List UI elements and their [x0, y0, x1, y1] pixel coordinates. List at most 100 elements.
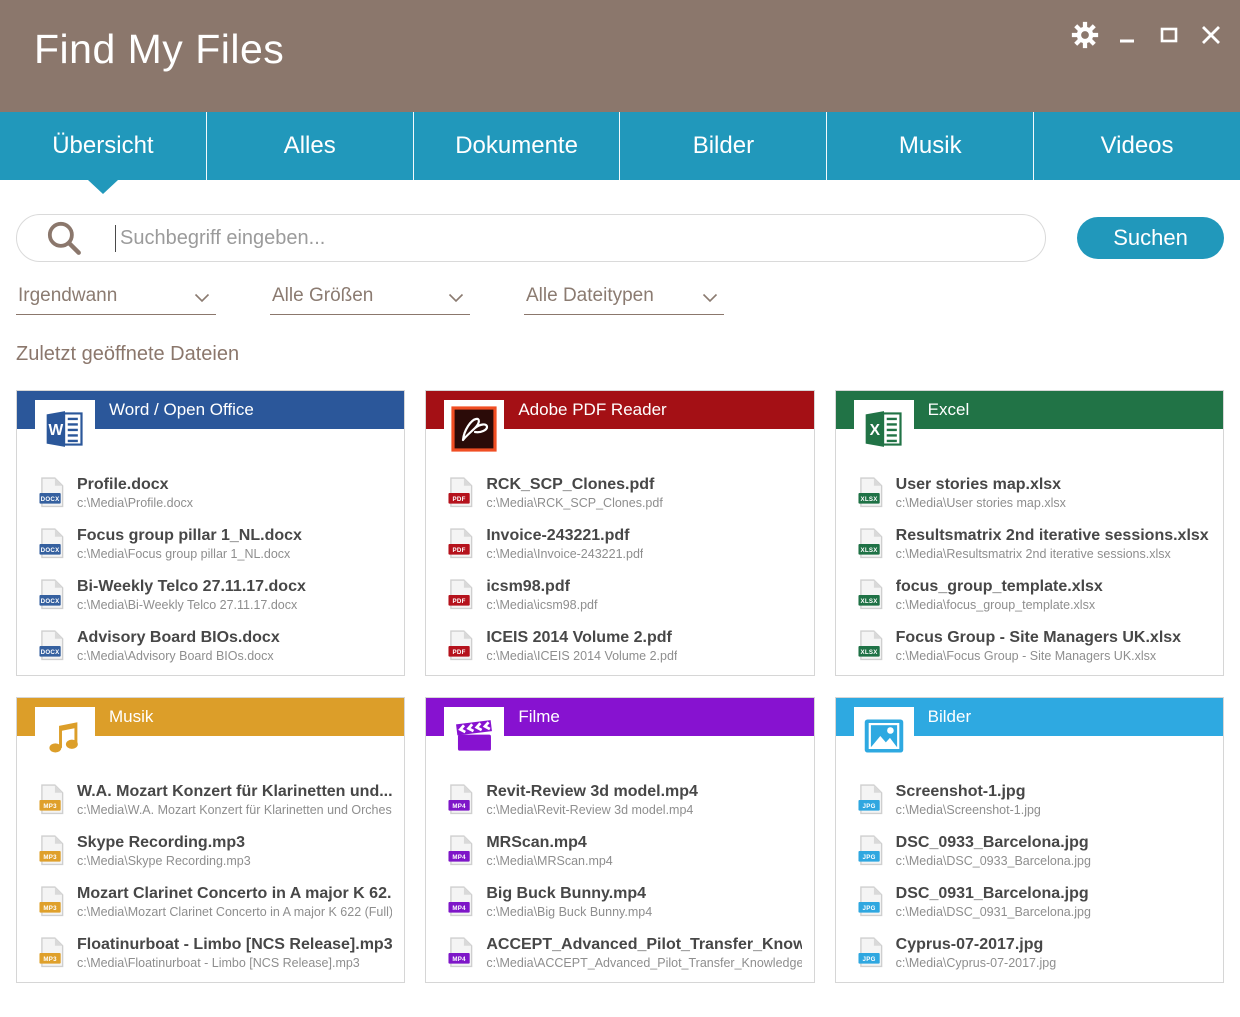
- file-name: Revit-Review 3d model.mp4: [486, 782, 698, 802]
- file-name: Focus Group - Site Managers UK.xlsx: [896, 628, 1181, 648]
- chevron-down-icon: [702, 293, 718, 303]
- file-path: c:\Media\Focus Group - Site Managers UK.…: [896, 648, 1181, 664]
- svg-text:W: W: [48, 422, 63, 439]
- list-item[interactable]: MP4 ACCEPT_Advanced_Pilot_Transfer_Knowl…: [448, 927, 801, 978]
- list-item[interactable]: PDF icsm98.pdfc:\Media\icsm98.pdf: [448, 569, 801, 620]
- file-name: focus_group_template.xlsx: [896, 577, 1103, 597]
- file-path: c:\Media\Resultsmatrix 2nd iterative ses…: [896, 546, 1209, 562]
- svg-text:MP4: MP4: [453, 905, 467, 912]
- search-input[interactable]: [116, 227, 1045, 250]
- file-name: Profile.docx: [77, 475, 193, 495]
- list-item[interactable]: JPG DSC_0931_Barcelona.jpgc:\Media\DSC_0…: [858, 876, 1211, 927]
- list-item[interactable]: XLSX Focus Group - Site Managers UK.xlsx…: [858, 620, 1211, 671]
- film-app-box: [444, 707, 504, 765]
- list-item[interactable]: JPG DSC_0933_Barcelona.jpgc:\Media\DSC_0…: [858, 825, 1211, 876]
- tab-uebersicht[interactable]: Übersicht: [0, 112, 206, 180]
- tab-musik[interactable]: Musik: [826, 112, 1033, 180]
- settings-button[interactable]: [1070, 20, 1100, 50]
- mp3-file-icon: MP3: [39, 936, 66, 969]
- file-path: c:\Media\Advisory Board BIOs.docx: [77, 648, 280, 664]
- file-path: c:\Media\Invoice-243221.pdf: [486, 546, 643, 562]
- file-name: RCK_SCP_Clones.pdf: [486, 475, 662, 495]
- tab-dokumente[interactable]: Dokumente: [413, 112, 620, 180]
- file-path: c:\Media\Mozart Clarinet Concerto in A m…: [77, 904, 392, 920]
- close-icon: [1199, 23, 1223, 47]
- docx-file-icon: DOCX: [39, 527, 66, 560]
- docx-file-icon: DOCX: [39, 476, 66, 509]
- file-list: XLSX User stories map.xlsxc:\Media\User …: [858, 467, 1211, 671]
- file-name: ICEIS 2014 Volume 2.pdf: [486, 628, 677, 648]
- svg-text:DOCX: DOCX: [41, 496, 61, 503]
- maximize-button[interactable]: [1154, 20, 1184, 50]
- list-item[interactable]: JPG Screenshot-1.jpgc:\Media\Screenshot-…: [858, 774, 1211, 825]
- list-item[interactable]: MP4 MRScan.mp4c:\Media\MRScan.mp4: [448, 825, 801, 876]
- minimize-icon: [1116, 24, 1138, 46]
- list-item[interactable]: MP4 Big Buck Bunny.mp4c:\Media\Big Buck …: [448, 876, 801, 927]
- list-item[interactable]: MP3 Skype Recording.mp3c:\Media\Skype Re…: [39, 825, 392, 876]
- list-item[interactable]: XLSX focus_group_template.xlsxc:\Media\f…: [858, 569, 1211, 620]
- docx-file-icon: DOCX: [39, 629, 66, 662]
- list-item[interactable]: XLSX User stories map.xlsxc:\Media\User …: [858, 467, 1211, 518]
- mp4-file-icon: MP4: [448, 834, 475, 867]
- list-item[interactable]: MP4 Revit-Review 3d model.mp4c:\Media\Re…: [448, 774, 801, 825]
- list-item[interactable]: PDF ICEIS 2014 Volume 2.pdfc:\Media\ICEI…: [448, 620, 801, 671]
- filter-size-dropdown[interactable]: Alle Größen: [270, 282, 470, 315]
- file-name: Cyprus-07-2017.jpg: [896, 935, 1057, 955]
- list-item[interactable]: JPG Cyprus-07-2017.jpgc:\Media\Cyprus-07…: [858, 927, 1211, 978]
- tab-bar: Übersicht Alles Dokumente Bilder Musik V…: [0, 112, 1240, 180]
- card-title: Musik: [109, 698, 153, 736]
- list-item[interactable]: MP3 Floatinurboat - Limbo [NCS Release].…: [39, 927, 392, 978]
- file-list: DOCX Profile.docxc:\Media\Profile.docx D…: [39, 467, 392, 671]
- mp4-file-icon: MP4: [448, 936, 475, 969]
- card-title: Adobe PDF Reader: [518, 391, 666, 429]
- filter-value: Alle Größen: [272, 285, 373, 307]
- mp3-file-icon: MP3: [39, 834, 66, 867]
- list-item[interactable]: PDF RCK_SCP_Clones.pdfc:\Media\RCK_SCP_C…: [448, 467, 801, 518]
- gear-icon: [1070, 20, 1100, 50]
- image-app-box: [854, 707, 914, 765]
- docx-file-icon: DOCX: [39, 578, 66, 611]
- tab-alles[interactable]: Alles: [206, 112, 413, 180]
- excel-app-box: X: [854, 400, 914, 458]
- xlsx-file-icon: XLSX: [858, 578, 885, 611]
- list-item[interactable]: MP3 W.A. Mozart Konzert für Klarinetten …: [39, 774, 392, 825]
- file-list: JPG Screenshot-1.jpgc:\Media\Screenshot-…: [858, 774, 1211, 978]
- list-item[interactable]: MP3 Mozart Clarinet Concerto in A major …: [39, 876, 392, 927]
- file-path: c:\Media\Floatinurboat - Limbo [NCS Rele…: [77, 955, 392, 971]
- pdf-file-icon: PDF: [448, 527, 475, 560]
- xlsx-file-icon: XLSX: [858, 527, 885, 560]
- file-name: icsm98.pdf: [486, 577, 597, 597]
- list-item[interactable]: DOCX Focus group pillar 1_NL.docxc:\Medi…: [39, 518, 392, 569]
- file-name: MRScan.mp4: [486, 833, 612, 853]
- list-item[interactable]: DOCX Profile.docxc:\Media\Profile.docx: [39, 467, 392, 518]
- chevron-down-icon: [194, 293, 210, 303]
- file-name: ACCEPT_Advanced_Pilot_Transfer_Knowle...: [486, 935, 801, 955]
- list-item[interactable]: PDF Invoice-243221.pdfc:\Media\Invoice-2…: [448, 518, 801, 569]
- image-icon: [862, 714, 906, 758]
- tab-label: Musik: [899, 132, 962, 160]
- file-name: Mozart Clarinet Concerto in A major K 62…: [77, 884, 392, 904]
- file-path: c:\Media\ACCEPT_Advanced_Pilot_Transfer_…: [486, 955, 801, 971]
- card-title: Filme: [518, 698, 560, 736]
- svg-text:JPG: JPG: [862, 905, 875, 912]
- filter-date-dropdown[interactable]: Irgendwann: [16, 282, 216, 315]
- search-button[interactable]: Suchen: [1077, 217, 1224, 259]
- svg-text:MP4: MP4: [453, 803, 467, 810]
- filter-value: Irgendwann: [18, 285, 117, 307]
- maximize-icon: [1158, 24, 1180, 46]
- file-path: c:\Media\User stories map.xlsx: [896, 495, 1066, 511]
- xlsx-file-icon: XLSX: [858, 476, 885, 509]
- search-icon: [43, 217, 85, 259]
- list-item[interactable]: DOCX Advisory Board BIOs.docxc:\Media\Ad…: [39, 620, 392, 671]
- pdf-file-icon: PDF: [448, 476, 475, 509]
- list-item[interactable]: XLSX Resultsmatrix 2nd iterative session…: [858, 518, 1211, 569]
- tab-videos[interactable]: Videos: [1033, 112, 1240, 180]
- tab-bilder[interactable]: Bilder: [619, 112, 826, 180]
- list-item[interactable]: DOCX Bi-Weekly Telco 27.11.17.docxc:\Med…: [39, 569, 392, 620]
- close-button[interactable]: [1196, 20, 1226, 50]
- minimize-button[interactable]: [1112, 20, 1142, 50]
- window-controls: [1070, 20, 1226, 50]
- file-path: c:\Media\focus_group_template.xlsx: [896, 597, 1103, 613]
- filter-type-dropdown[interactable]: Alle Dateitypen: [524, 282, 724, 315]
- xlsx-file-icon: XLSX: [858, 629, 885, 662]
